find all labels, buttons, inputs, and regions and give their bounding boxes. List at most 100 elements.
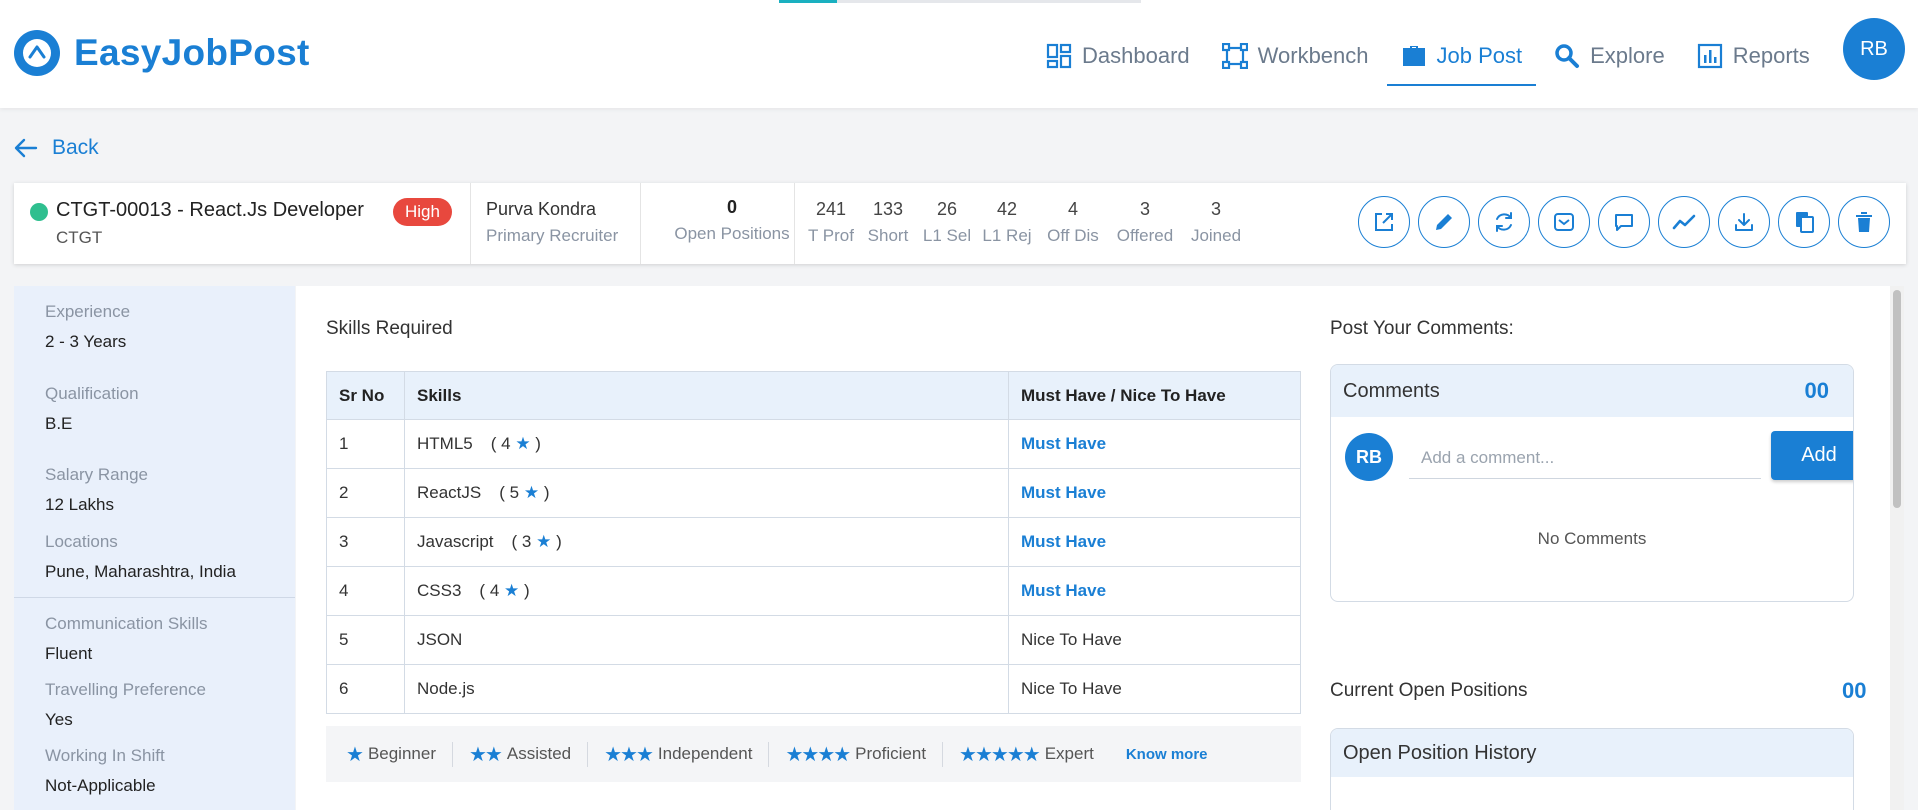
stat-label: L1 Sel [922,226,972,245]
main-scrollbar[interactable] [1890,286,1904,810]
detail-label: Qualification [45,384,139,403]
workbench-icon [1221,43,1248,69]
trend-icon [1672,214,1696,230]
stat-off-dis[interactable]: 4 Off Dis [1044,199,1102,246]
chat-button[interactable] [1598,196,1650,248]
table-row: 3 Javascript ( 3 ★ ) Must Have [326,517,1301,567]
skill-rating: ( 4 ★ ) [479,581,530,600]
download-icon [1735,213,1753,231]
scrollbar-thumb[interactable] [1893,290,1901,508]
legend-label: Beginner [367,744,436,763]
detail-value: 12 Lakhs [45,495,114,514]
detail-label: Communication Skills [45,614,208,633]
cell-skill-type: Must Have [1008,517,1301,567]
stat-value: 26 [936,199,958,219]
copy-button[interactable] [1778,196,1830,248]
stat-offered[interactable]: 3 Offered [1114,199,1176,246]
stat-value: 3 [1210,199,1221,219]
copy-icon [1796,212,1814,233]
cell-skill-type: Nice To Have [1008,664,1301,714]
table-header-row: Sr No Skills Must Have / Nice To Have [326,371,1301,420]
stat-t-prof[interactable]: 241 T Prof [808,199,854,246]
recruiter-name: Purva Kondra [486,199,597,219]
nav-explore[interactable]: Explore [1540,34,1679,78]
cell-skill-type: Must Have [1008,468,1301,518]
job-actions [1358,196,1898,248]
stat-value: 241 [815,199,847,219]
job-details-panel: Experience 2 - 3 Years Qualification B.E… [14,286,295,810]
cell-skill-type: Must Have [1008,419,1301,469]
job-title[interactable]: CTGT-00013 - React.Js Developer [56,199,364,222]
legend-label: Proficient [855,744,927,763]
trend-button[interactable] [1658,196,1710,248]
app-logo[interactable]: EasyJobPost [14,30,310,76]
star-icon: ★★★ [604,743,654,766]
stat-short[interactable]: 133 Short [864,199,912,246]
open-external-button[interactable] [1358,196,1410,248]
stat-label: Short [867,226,909,245]
legend-label: Expert [1044,744,1094,763]
cell-skill: ReactJS ( 5 ★ ) [404,468,1009,518]
divider [470,183,471,264]
stat-joined[interactable]: 3 Joined [1188,199,1244,246]
cell-sr-no: 1 [326,419,405,469]
comments-box: Comments 00 RB Add No Comments [1330,364,1854,602]
know-more-link[interactable]: Know more [1126,746,1208,763]
mail-icon [1554,213,1574,231]
delete-icon [1856,212,1872,232]
skills-title: Skills Required [326,318,453,339]
stat-value: 4 [1067,199,1078,219]
legend-label: Independent [657,744,753,763]
skill-rating: ( 3 ★ ) [511,532,562,551]
skills-table: Sr No Skills Must Have / Nice To Have 1H… [326,371,1301,714]
stat-value: 42 [996,199,1018,219]
skill-name: CSS3 [417,581,462,600]
edit-icon [1436,214,1452,230]
current-open-positions-title: Current Open Positions [1330,680,1528,701]
nav-workbench[interactable]: Workbench [1208,34,1383,78]
stat-l1-sel[interactable]: 26 L1 Sel [922,199,972,246]
star-icon: ★★★★★ [959,743,1041,766]
sync-button[interactable] [1478,196,1530,248]
stat-value: 3 [1139,199,1150,219]
skill-level-legend: ★ Beginner ★★ Assisted ★★★ Independent ★★★★ Pro… [326,726,1301,782]
nav-reports[interactable]: Reports [1683,34,1824,78]
download-button[interactable] [1718,196,1770,248]
open-positions-value: 0 [726,197,737,217]
back-link[interactable]: Back [14,136,99,160]
nav-job-post[interactable]: Job Post [1386,34,1537,86]
star-icon: ★ [523,483,540,502]
skill-rating: ( 4 ★ ) [490,434,541,453]
mail-button[interactable] [1538,196,1590,248]
table-row: 4 CSS3 ( 4 ★ ) Must Have [326,566,1301,616]
app-name: EasyJobPost [74,32,310,73]
add-comment-button[interactable]: Add [1771,431,1853,480]
legend-label: Assisted [506,744,572,763]
cell-skill: Node.js [404,664,1009,714]
skill-name: HTML5 [417,434,473,453]
detail-travelling-preference: Travelling Preference Yes [45,680,206,730]
page-load-progress-fill [779,0,837,3]
reports-icon [1697,43,1722,69]
briefcase-icon [1402,46,1425,66]
stat-label: Off Dis [1047,226,1099,245]
detail-qualification: Qualification B.E [45,384,139,434]
current-open-positions-count: 00 [1842,678,1867,703]
edit-button[interactable] [1418,196,1470,248]
cell-sr-no: 5 [326,615,405,665]
stat-l1-rej[interactable]: 42 L1 Rej [982,199,1032,246]
user-avatar[interactable]: RB [1843,18,1905,80]
cell-skill-type: Must Have [1008,566,1301,616]
comments-count: 00 [1804,378,1829,403]
open-position-history-title: Open Position History [1331,729,1853,777]
comment-input[interactable] [1409,437,1761,479]
detail-value: Yes [45,710,73,729]
detail-label: Experience [45,302,131,321]
cell-skill: CSS3 ( 4 ★ ) [404,566,1009,616]
star-icon: ★ [536,532,552,551]
delete-button[interactable] [1838,196,1890,248]
nav-reports-label: Reports [1732,43,1810,68]
cell-sr-no: 3 [326,517,405,567]
star-icon: ★ [515,434,531,453]
nav-dashboard[interactable]: Dashboard [1032,34,1204,78]
